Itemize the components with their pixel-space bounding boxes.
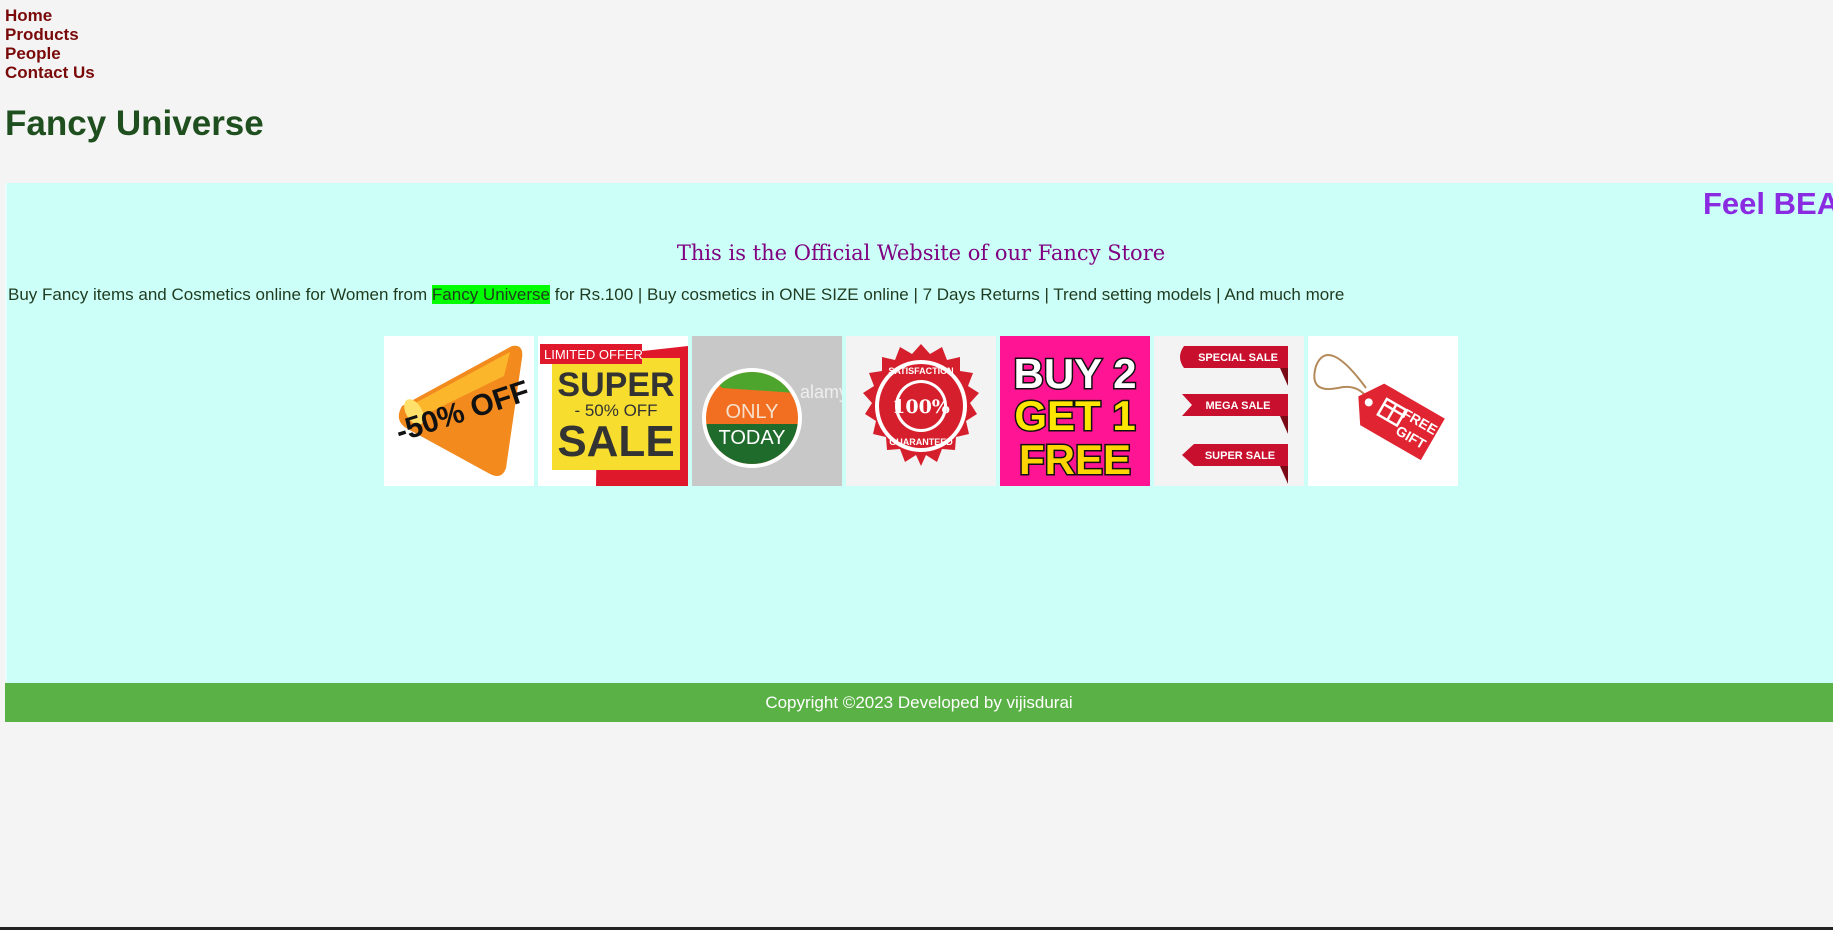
banner-panel: Feel BEA This is the Official Website of… (5, 183, 1833, 683)
seal-top-text: SATISFACTION (888, 366, 953, 376)
promo-text-sale: SALE (557, 417, 674, 466)
promo-image-only-today: ONLY TODAY alamy (692, 336, 842, 486)
ribbon-special-sale: SPECIAL SALE (1198, 352, 1278, 364)
promo-image-sale-ribbons: SPECIAL SALE MEGA SALE SUPER SALE (1154, 336, 1304, 486)
description-text-end: for Rs.100 | Buy cosmetics in ONE SIZE o… (550, 285, 1345, 304)
site-subtitle: This is the Official Website of our Fanc… (676, 241, 1166, 265)
scrolling-marquee-text: Feel BEA (1703, 186, 1833, 221)
seal-bottom-text: GUARANTEED (889, 437, 953, 447)
seal-center-text: 100% (892, 396, 950, 418)
store-description: Buy Fancy items and Cosmetics online for… (8, 283, 1344, 307)
nav-link-contact-us[interactable]: Contact Us (5, 63, 95, 82)
nav-link-people[interactable]: People (5, 44, 95, 63)
promo-text-buy-2: BUY 2 (1014, 350, 1137, 397)
promo-watermark: alamy (800, 382, 842, 402)
nav-link-home[interactable]: Home (5, 6, 95, 25)
promo-image-satisfaction-guaranteed: SATISFACTION 100% GUARANTEED (846, 336, 996, 486)
description-text-start: Buy Fancy items and Cosmetics online for… (8, 285, 432, 304)
nav-link-products[interactable]: Products (5, 25, 95, 44)
promo-text-super: SUPER (557, 366, 674, 404)
promo-text-today: TODAY (718, 427, 785, 449)
promo-text-free: FREE (1019, 436, 1131, 483)
promo-image-super-sale: LIMITED OFFER SUPER - 50% OFF SALE (538, 336, 688, 486)
copyright-text: Copyright ©2023 Developed by vijisdurai (765, 693, 1073, 712)
main-nav: Home Products People Contact Us (5, 6, 95, 82)
ribbon-mega-sale: MEGA SALE (1206, 400, 1271, 412)
site-title: Fancy Universe (5, 104, 264, 143)
promo-image-50-off: -50% OFF (384, 336, 534, 486)
promo-ribbon-text: LIMITED OFFER (544, 347, 643, 362)
promo-image-row: -50% OFF LIMITED OFFER SUPER - 50% OFF S… (384, 336, 1458, 486)
promo-image-buy2-get1-free: BUY 2 GET 1 FREE (1000, 336, 1150, 486)
ribbon-super-sale: SUPER SALE (1205, 450, 1275, 462)
promo-image-free-gift-tag: FREE GIFT (1308, 336, 1458, 486)
promo-text-only: ONLY (726, 401, 779, 423)
highlighted-store-name: Fancy Universe (431, 285, 551, 304)
site-footer: Copyright ©2023 Developed by vijisdurai (5, 683, 1833, 722)
promo-text-get-1: GET 1 (1014, 392, 1135, 439)
